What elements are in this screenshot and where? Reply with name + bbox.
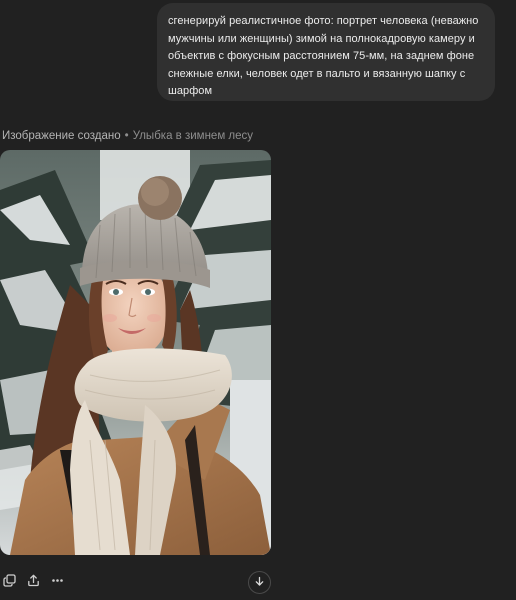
message-actions: [2, 571, 64, 589]
chat-page: сгенерируй реалистичное фото: портрет че…: [0, 0, 516, 600]
more-icon[interactable]: [50, 573, 64, 587]
generated-image[interactable]: [0, 150, 271, 555]
header-separator: •: [124, 130, 129, 142]
user-message-text: сгенерируй реалистичное фото: портрет че…: [168, 15, 479, 97]
user-message-bubble: сгенерируй реалистичное фото: портрет че…: [157, 3, 495, 101]
generation-status: Изображение создано: [2, 130, 121, 142]
image-generation-header: Изображение создано • Улыбка в зимнем лесу: [2, 129, 253, 143]
share-icon[interactable]: [26, 573, 40, 587]
arrow-down-icon: [254, 574, 265, 592]
scroll-to-bottom-button[interactable]: [248, 571, 271, 594]
image-title: Улыбка в зимнем лесу: [132, 130, 254, 142]
copy-icon[interactable]: [2, 573, 16, 587]
